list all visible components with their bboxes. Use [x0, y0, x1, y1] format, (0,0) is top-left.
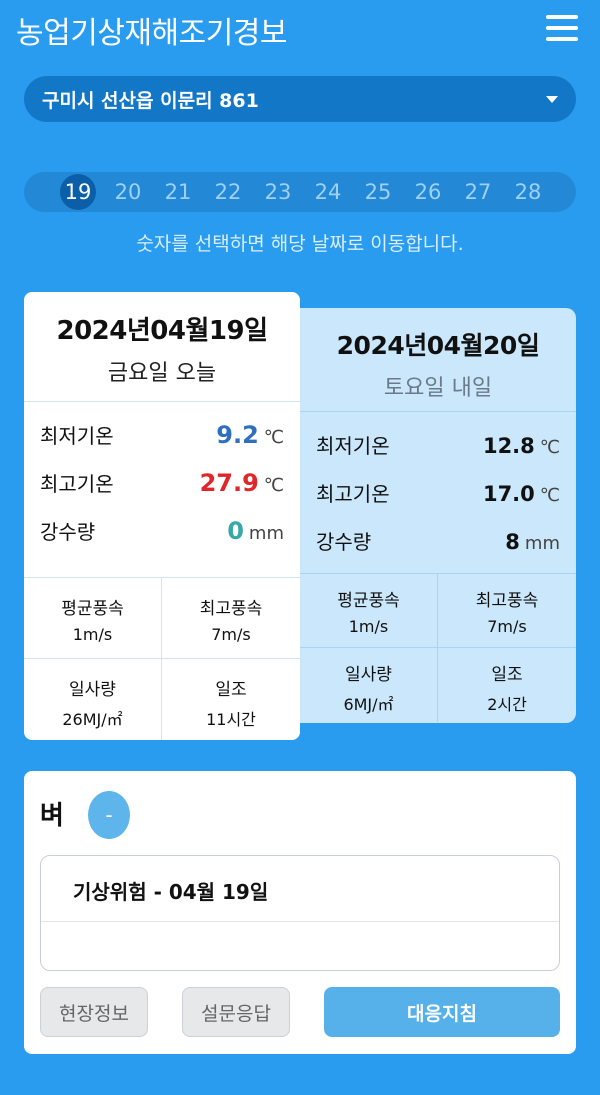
today-avg-wind: 평균풍속 1m/s: [24, 578, 162, 659]
sunshine-value: 11시간: [206, 710, 256, 729]
max-temp-label: 최고기온: [316, 482, 390, 506]
date-selector: 19 20 21 22 23 24 25 26 27 28: [24, 172, 576, 212]
crop-panel: 벼 - 기상위험 - 04월 19일 현장정보 설문응답 대응지침: [24, 771, 576, 1054]
today-max-row: 최고기온 27.9 ℃: [40, 468, 284, 516]
sunshine-label: 일조: [491, 665, 523, 685]
hamburger-menu-icon[interactable]: [546, 15, 578, 41]
mm-unit: mm: [524, 533, 560, 554]
response-guide-button[interactable]: 대응지침: [324, 987, 560, 1037]
today-date: 2024년04월19일: [56, 316, 269, 346]
celsius-unit: ℃: [539, 485, 560, 506]
max-wind-value: 7m/s: [211, 625, 251, 644]
date-item-22[interactable]: 22: [210, 174, 246, 210]
today-min-value: 9.2: [216, 421, 259, 449]
rain-label: 강수량: [316, 530, 372, 554]
today-max-wind: 최고풍속 7m/s: [162, 578, 300, 659]
sunshine-label: 일조: [215, 680, 247, 700]
tomorrow-min-value: 12.8: [482, 434, 535, 458]
tomorrow-sunshine: 일조 2시간: [438, 648, 576, 722]
rain-label: 강수량: [40, 520, 96, 544]
tomorrow-max-wind: 최고풍속 7m/s: [438, 574, 576, 648]
avg-wind-value: 1m/s: [348, 617, 389, 636]
today-rain-value: 0: [227, 517, 244, 545]
max-temp-label: 최고기온: [40, 472, 114, 496]
field-info-button[interactable]: 현장정보: [40, 987, 148, 1037]
max-wind-label: 최고풍속: [199, 599, 263, 619]
tomorrow-min-row: 최저기온 12.8 ℃: [316, 430, 560, 478]
app-title: 농업기상재해조기경보: [16, 16, 288, 51]
today-solar: 일사량 26MJ/㎡: [24, 659, 162, 740]
today-day: 금요일 오늘: [107, 361, 217, 386]
date-item-26[interactable]: 26: [410, 174, 446, 210]
tomorrow-card-header: 2024년04월20일 토요일 내일: [300, 308, 576, 412]
tomorrow-avg-wind: 평균풍속 1m/s: [300, 574, 438, 648]
date-item-20[interactable]: 20: [110, 174, 146, 210]
today-min-row: 최저기온 9.2 ℃: [40, 420, 284, 468]
min-temp-label: 최저기온: [316, 434, 390, 458]
today-card-header: 2024년04월19일 금요일 오늘: [24, 292, 300, 402]
location-value: 구미시 선산읍 이문리 861: [42, 89, 259, 112]
tomorrow-solar: 일사량 6MJ/㎡: [300, 648, 438, 722]
date-item-19[interactable]: 19: [60, 174, 96, 210]
date-item-25[interactable]: 25: [360, 174, 396, 210]
celsius-unit: ℃: [263, 427, 284, 448]
solar-value: 26MJ/㎡: [62, 710, 123, 729]
date-hint-text: 숫자를 선택하면 해당 날짜로 이동합니다.: [136, 233, 464, 255]
today-weather-card: 2024년04월19일 금요일 오늘 최저기온 9.2 ℃ 최고기온 27.9 …: [24, 292, 300, 740]
today-sunshine: 일조 11시간: [162, 659, 300, 740]
weather-risk-box: 기상위험 - 04월 19일: [40, 855, 560, 971]
max-wind-label: 최고풍속: [475, 591, 539, 611]
tomorrow-rain-row: 강수량 8 mm: [316, 526, 560, 574]
date-item-28[interactable]: 28: [510, 174, 546, 210]
celsius-unit: ℃: [539, 437, 560, 458]
today-stats-grid: 평균풍속 1m/s 최고풍속 7m/s 일사량 26MJ/㎡ 일조 11시간: [24, 578, 300, 740]
avg-wind-value: 1m/s: [72, 625, 113, 644]
avg-wind-label: 평균풍속: [61, 599, 124, 619]
date-item-27[interactable]: 27: [460, 174, 496, 210]
tomorrow-max-row: 최고기온 17.0 ℃: [316, 478, 560, 526]
tomorrow-date: 2024년04월20일: [336, 331, 540, 360]
max-wind-value: 7m/s: [487, 617, 527, 636]
sunshine-value: 2시간: [487, 695, 527, 714]
tomorrow-max-value: 17.0: [482, 482, 535, 506]
tomorrow-day: 토요일 내일: [383, 376, 493, 401]
tomorrow-temps: 최저기온 12.8 ℃ 최고기온 17.0 ℃ 강수량 8 mm: [300, 412, 576, 574]
today-rain-row: 강수량 0 mm: [40, 516, 284, 564]
celsius-unit: ℃: [263, 475, 284, 496]
solar-label: 일사량: [345, 665, 392, 685]
survey-button[interactable]: 설문응답: [182, 987, 290, 1037]
min-temp-label: 최저기온: [40, 424, 114, 448]
caret-down-icon: [546, 95, 558, 103]
crop-status-badge[interactable]: -: [88, 791, 130, 839]
today-temps: 최저기온 9.2 ℃ 최고기온 27.9 ℃ 강수량 0 mm: [24, 402, 300, 578]
mm-unit: mm: [248, 523, 284, 544]
tomorrow-stats-grid: 평균풍속 1m/s 최고풍속 7m/s 일사량 6MJ/㎡ 일조 2시간: [300, 574, 576, 722]
tomorrow-rain-value: 8: [505, 530, 520, 554]
date-item-24[interactable]: 24: [310, 174, 346, 210]
avg-wind-label: 평균풍속: [337, 591, 400, 611]
tomorrow-weather-card[interactable]: 2024년04월20일 토요일 내일 최저기온 12.8 ℃ 최고기온 17.0…: [300, 308, 576, 723]
crop-name: 벼: [40, 801, 64, 831]
today-max-value: 27.9: [199, 469, 259, 497]
date-item-21[interactable]: 21: [160, 174, 196, 210]
solar-value: 6MJ/㎡: [343, 695, 394, 714]
location-select[interactable]: 구미시 선산읍 이문리 861: [24, 76, 576, 122]
weather-risk-title: 기상위험 - 04월 19일: [41, 856, 559, 922]
solar-label: 일사량: [69, 680, 116, 700]
date-item-23[interactable]: 23: [260, 174, 296, 210]
